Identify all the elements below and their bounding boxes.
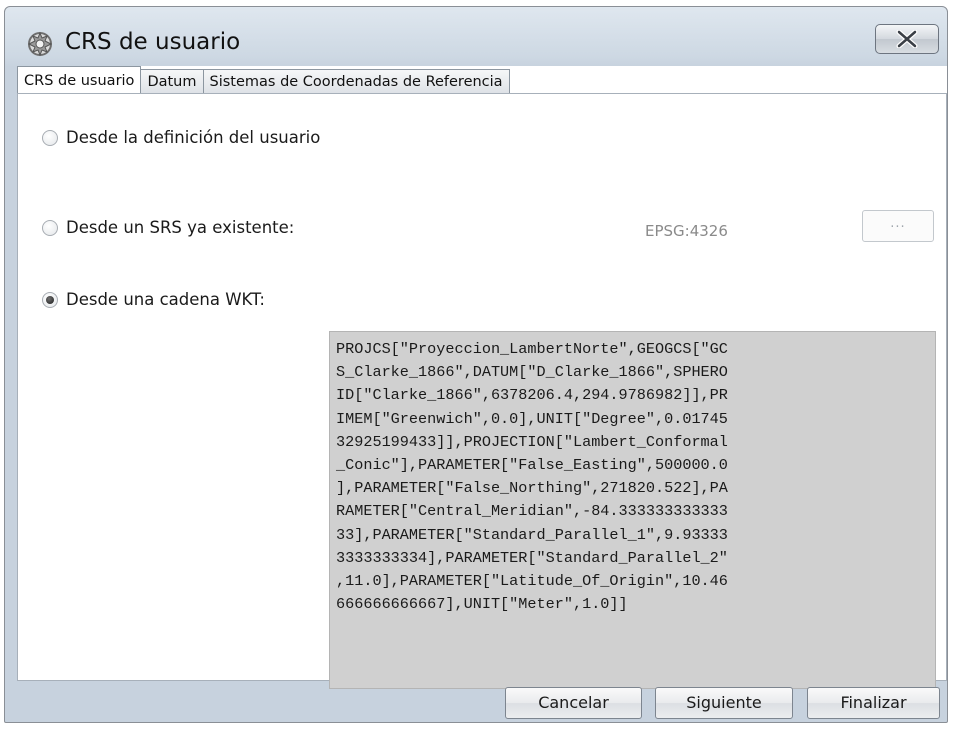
close-icon [896, 30, 918, 48]
content-panel: CRS de usuario Datum Sistemas de Coorden… [17, 66, 947, 689]
wkt-line: S_Clarke_1866",DATUM["D_Clarke_1866",SPH… [336, 363, 728, 382]
option-label: Desde un SRS ya existente: [66, 218, 295, 237]
option-existing-srs[interactable]: Desde un SRS ya existente: [42, 218, 294, 237]
tab-crs-de-usuario[interactable]: CRS de usuario [17, 66, 142, 94]
srs-code-field[interactable]: EPSG:4326 [645, 222, 728, 240]
browse-srs-button[interactable]: ... [862, 210, 934, 242]
option-label: Desde la definición del usuario [66, 128, 321, 147]
radio-user-definition[interactable] [42, 129, 58, 146]
dialog-window: CRS de usuario CRS de usuario Datum Sist… [4, 6, 948, 723]
wkt-line: IMEM["Greenwich",0.0],UNIT["Degree",0.01… [336, 409, 728, 428]
option-user-definition[interactable]: Desde la definición del usuario [42, 128, 320, 147]
title-bar: CRS de usuario [5, 7, 947, 63]
wkt-textarea[interactable]: PROJCS["Proyeccion_LambertNorte",GEOGCS[… [329, 331, 936, 689]
next-button[interactable]: Siguiente [655, 687, 793, 719]
option-wkt-string[interactable]: Desde una cadena WKT: [42, 290, 265, 309]
tab-bar: CRS de usuario Datum Sistemas de Coorden… [17, 66, 510, 94]
globe-gear-icon [25, 29, 55, 59]
wkt-line: 32925199433]],PROJECTION["Lambert_Confor… [336, 432, 728, 451]
cancel-button[interactable]: Cancelar [505, 687, 642, 719]
option-label: Desde una cadena WKT: [66, 290, 265, 309]
window-title: CRS de usuario [65, 29, 241, 55]
wkt-line: ],PARAMETER["False_Northing",271820.522]… [336, 479, 728, 498]
tab-content: Desde la definición del usuario Desde un… [17, 93, 947, 689]
wkt-line: RAMETER["Central_Meridian",-84.333333333… [336, 502, 728, 521]
button-bar: Cancelar Siguiente Finalizar [5, 679, 949, 723]
wkt-line: ID["Clarke_1866",6378206.4,294.9786982]]… [336, 386, 728, 405]
tab-sistemas-de-coordenadas[interactable]: Sistemas de Coordenadas de Referencia [203, 69, 510, 94]
close-button[interactable] [875, 24, 939, 54]
wkt-line: _Conic"],PARAMETER["False_Easting",50000… [336, 456, 728, 475]
finish-button[interactable]: Finalizar [807, 687, 940, 719]
wkt-line: 33],PARAMETER["Standard_Parallel_1",9.93… [336, 525, 728, 544]
radio-existing-srs[interactable] [42, 219, 58, 236]
tab-datum[interactable]: Datum [141, 69, 204, 94]
radio-wkt-string[interactable] [42, 291, 58, 308]
wkt-line: 3333333334],PARAMETER["Standard_Parallel… [336, 548, 728, 567]
wkt-line: PROJCS["Proyeccion_LambertNorte",GEOGCS[… [336, 340, 728, 358]
wkt-line: ,11.0],PARAMETER["Latitude_Of_Origin",10… [336, 572, 728, 591]
wkt-line: 666666666667],UNIT["Meter",1.0]] [336, 595, 628, 614]
